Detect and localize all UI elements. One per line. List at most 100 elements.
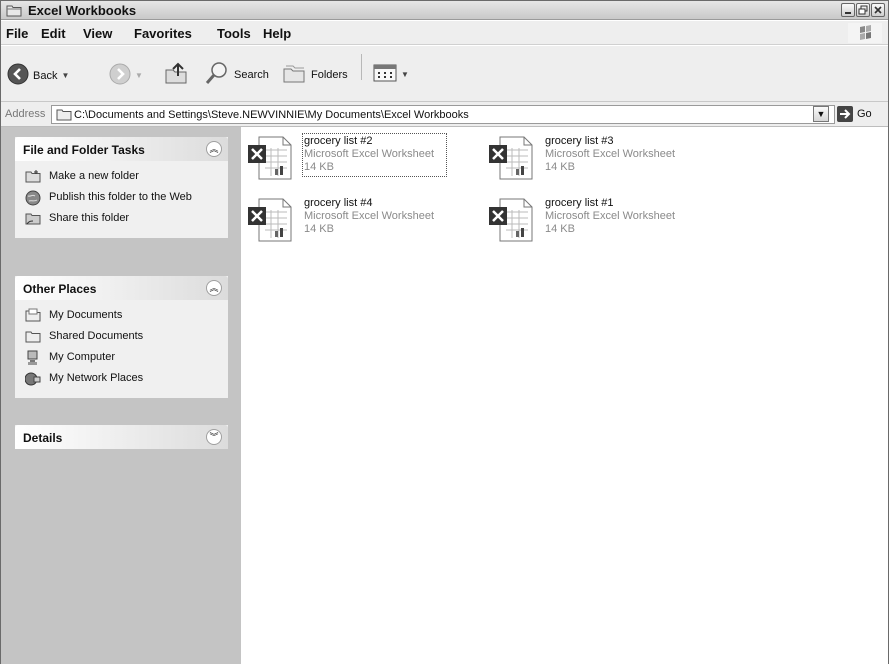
address-bar: Address C:\Documents and Settings\Steve.… [1,102,888,127]
place-my-documents[interactable]: My Documents [15,306,228,327]
go-button[interactable]: Go [837,106,872,122]
panel-title: File and Folder Tasks [23,143,145,157]
maximize-button[interactable] [856,3,870,17]
menu-tools[interactable]: Tools [217,26,251,41]
explorer-window: Excel Workbooks File Edit View Favorites… [0,0,889,664]
collapse-chevron-icon[interactable]: ︽ [206,141,222,157]
computer-icon [25,350,41,369]
forward-button[interactable]: ▼ [109,63,143,88]
views-icon [373,64,397,85]
task-make-new-folder[interactable]: Make a new folder [15,167,228,188]
file-folder-tasks-panel: File and Folder Tasks ︽ Make a new folde… [15,137,228,238]
place-shared-documents[interactable]: Shared Documents [15,327,228,348]
toolbar-separator [361,54,362,80]
file-item[interactable]: grocery list #4 Microsoft Excel Workshee… [241,195,471,245]
views-button[interactable]: ▼ [373,64,409,85]
menu-file[interactable]: File [6,26,28,41]
task-pane: File and Folder Tasks ︽ Make a new folde… [1,127,241,664]
place-my-computer[interactable]: My Computer [15,348,228,369]
file-name: grocery list #3 [545,135,614,147]
network-places-icon [24,371,41,390]
excel-file-icon [488,136,536,183]
excel-file-icon [247,136,295,183]
collapse-chevron-icon[interactable]: ︽ [206,280,222,296]
place-label: My Computer [49,351,116,363]
file-view: grocery list #2 Microsoft Excel Workshee… [241,127,888,664]
address-path: C:\Documents and Settings\Steve.NEWVINNI… [74,109,469,121]
file-item[interactable]: grocery list #2 Microsoft Excel Workshee… [241,133,471,183]
up-folder-button[interactable] [163,60,189,89]
excel-file-icon [247,198,295,245]
folder-icon [6,4,22,20]
details-panel: Details ︾ [15,425,228,449]
address-dropdown-button[interactable]: ▼ [813,106,829,122]
file-size: 14 KB [304,223,334,235]
minimize-button[interactable] [841,3,855,17]
file-size: 14 KB [545,161,575,173]
panel-title: Other Places [23,282,97,296]
search-icon [204,60,230,89]
close-button[interactable] [871,3,885,17]
folders-icon [281,60,307,89]
menu-favorites[interactable]: Favorites [134,26,192,41]
go-label: Go [857,108,872,120]
address-input[interactable]: C:\Documents and Settings\Steve.NEWVINNI… [51,105,835,124]
views-dropdown-icon[interactable]: ▼ [401,70,409,79]
file-type: Microsoft Excel Worksheet [304,210,435,222]
new-folder-icon [25,169,41,186]
chevron-down-icon: ▼ [816,109,826,119]
share-folder-icon [25,211,41,228]
folder-icon [56,108,72,124]
place-label: My Network Places [49,372,144,384]
menu-help[interactable]: Help [263,26,291,41]
task-share-folder[interactable]: Share this folder [15,209,228,230]
file-type: Microsoft Excel Worksheet [545,210,676,222]
place-my-network-places[interactable]: My Network Places [15,369,228,390]
my-documents-icon [25,308,41,325]
expand-chevron-icon[interactable]: ︾ [206,429,222,445]
panel-header[interactable]: Other Places ︽ [15,276,228,300]
excel-file-icon [488,198,536,245]
search-button[interactable]: Search [204,60,269,89]
file-name: grocery list #2 [304,135,373,147]
windows-logo-icon [848,23,882,43]
forward-dropdown-icon[interactable]: ▼ [135,71,143,80]
toolbar: Back ▼ ▼ Search Folders ▼ [1,46,888,102]
file-type: Microsoft Excel Worksheet [545,148,676,160]
task-label: Make a new folder [49,170,139,182]
globe-icon [25,190,41,209]
file-item[interactable]: grocery list #3 Microsoft Excel Workshee… [482,133,712,183]
panel-header[interactable]: Details ︾ [15,425,228,449]
back-dropdown-icon[interactable]: ▼ [61,71,69,80]
up-folder-icon [163,60,189,89]
window-title: Excel Workbooks [28,3,137,18]
task-label: Share this folder [49,212,130,224]
menu-edit[interactable]: Edit [41,26,66,41]
task-label: Publish this folder to the Web [49,191,192,203]
file-size: 14 KB [545,223,575,235]
place-label: My Documents [49,309,123,321]
file-name: grocery list #4 [304,197,373,209]
back-label: Back [33,69,58,82]
forward-arrow-icon [109,63,131,88]
folders-label: Folders [311,68,348,81]
menu-bar: File Edit View Favorites Tools Help [1,21,888,45]
file-name: grocery list #1 [545,197,614,209]
search-label: Search [234,68,269,81]
address-label: Address [5,108,46,120]
place-label: Shared Documents [49,330,144,342]
file-item[interactable]: grocery list #1 Microsoft Excel Workshee… [482,195,712,245]
folders-button[interactable]: Folders [281,60,348,89]
file-type: Microsoft Excel Worksheet [304,148,435,160]
panel-title: Details [23,431,63,445]
shared-folder-icon [25,329,41,346]
task-publish-to-web[interactable]: Publish this folder to the Web [15,188,228,209]
go-arrow-icon [837,106,853,122]
back-arrow-icon [7,63,29,88]
panel-header[interactable]: File and Folder Tasks ︽ [15,137,228,161]
title-bar: Excel Workbooks [1,1,888,20]
back-button[interactable]: Back ▼ [7,63,69,88]
file-size: 14 KB [304,161,334,173]
other-places-panel: Other Places ︽ My Documents Shared Docum… [15,276,228,398]
menu-view[interactable]: View [83,26,112,41]
